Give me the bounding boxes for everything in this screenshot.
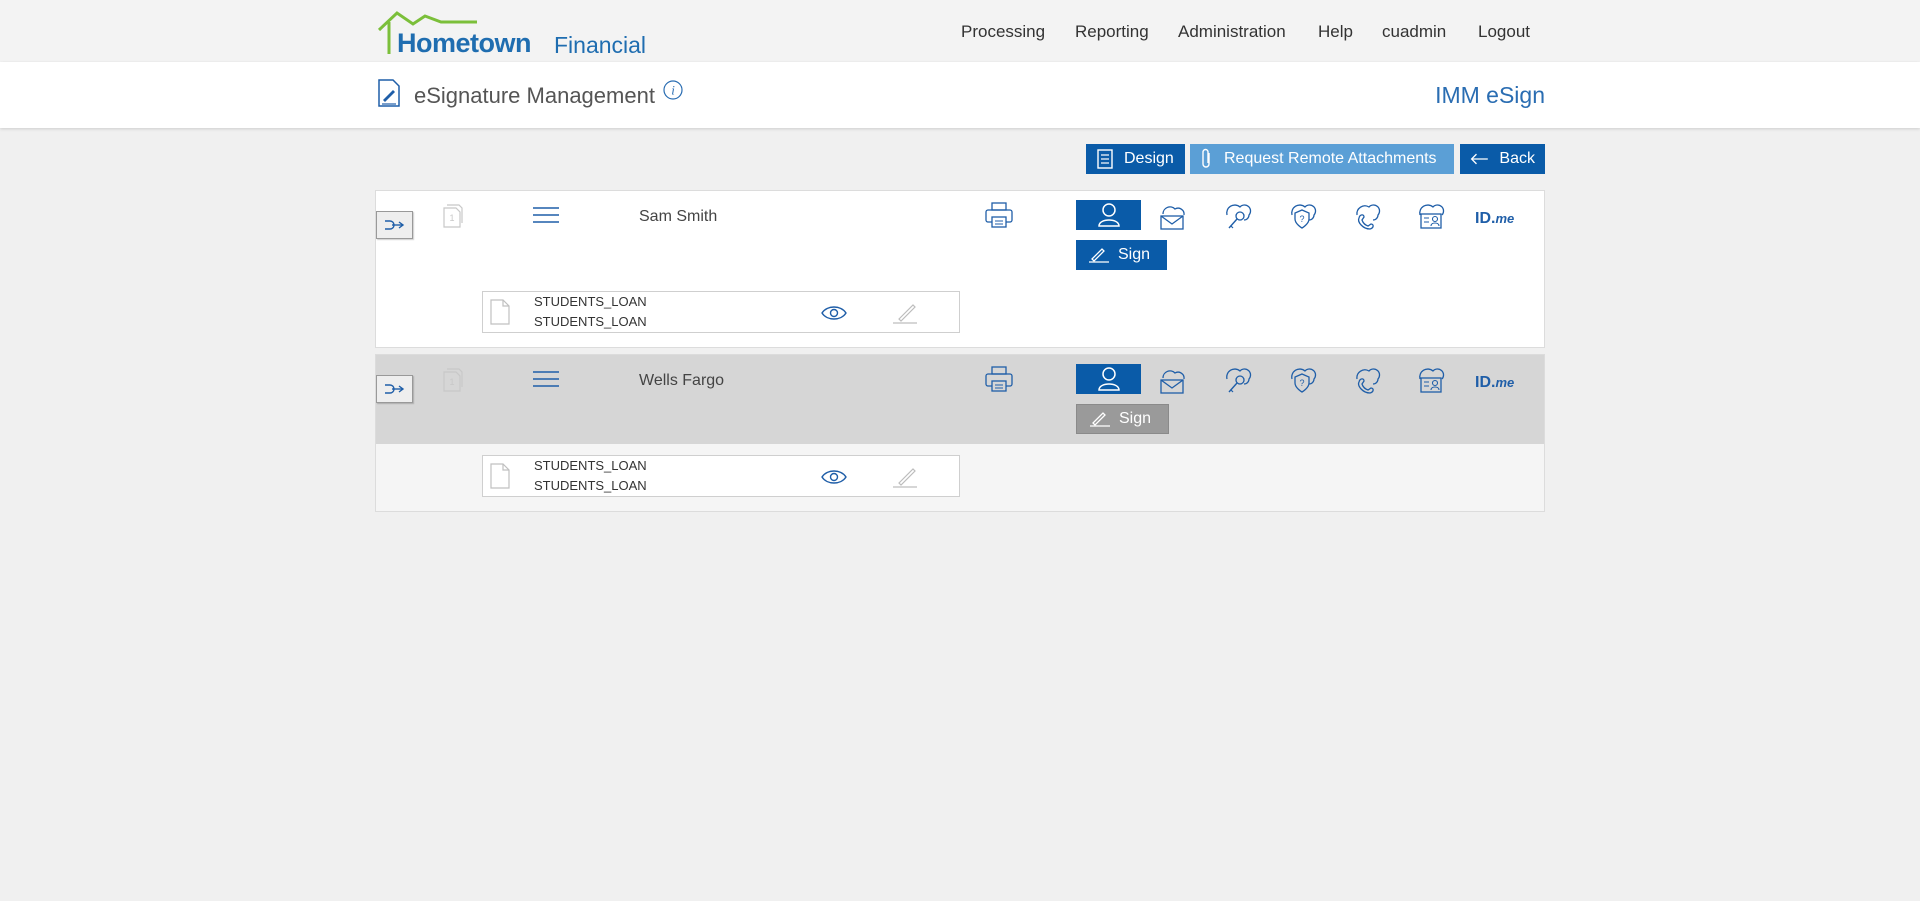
document-row: STUDENTS_LOAN STUDENTS_LOAN	[482, 291, 960, 333]
logo-main-text: Hometown	[397, 28, 532, 58]
nav-processing[interactable]: Processing	[961, 22, 1045, 42]
sign-button-label: Sign	[1119, 410, 1152, 427]
signer-panel: 1 Sam Smith ? ID.me Sign STUDENTS_LOAN S…	[375, 190, 1545, 348]
info-icon[interactable]: i	[663, 80, 683, 105]
password-auth-icon[interactable]	[1222, 201, 1252, 236]
nav-logout[interactable]: Logout	[1478, 22, 1530, 42]
in-person-auth-option[interactable]	[1076, 200, 1141, 230]
menu-icon[interactable]	[533, 205, 559, 230]
document-sign-pen-icon	[891, 465, 919, 494]
sign-button[interactable]: Sign	[1076, 240, 1167, 270]
route-signer-button[interactable]	[376, 211, 413, 239]
email-auth-icon[interactable]	[1157, 367, 1187, 400]
phone-auth-icon[interactable]	[1351, 365, 1381, 400]
idme-suffix: me	[1495, 211, 1515, 226]
nav-help[interactable]: Help	[1318, 22, 1353, 42]
document-name: STUDENTS_LOAN	[534, 458, 647, 473]
menu-icon[interactable]	[533, 369, 559, 394]
request-remote-attachments-button[interactable]: Request Remote Attachments	[1190, 144, 1454, 174]
document-type: STUDENTS_LOAN	[534, 314, 647, 329]
arrow-left-icon	[1470, 153, 1488, 165]
signer-name: Wells Fargo	[639, 372, 725, 389]
print-icon[interactable]	[984, 365, 1014, 398]
security-question-auth-icon[interactable]: ?	[1287, 365, 1317, 400]
svg-text:?: ?	[1299, 378, 1304, 388]
nav-reporting[interactable]: Reporting	[1075, 22, 1149, 42]
svg-text:1: 1	[449, 213, 454, 223]
signing-order-icon: 1	[442, 367, 464, 398]
email-auth-icon[interactable]	[1157, 203, 1187, 236]
page-header: eSignature Management i IMM eSign	[0, 62, 1920, 128]
id-check-auth-icon[interactable]	[1415, 365, 1445, 400]
document-type: STUDENTS_LOAN	[534, 478, 647, 493]
pen-icon	[1090, 412, 1110, 427]
idme-auth-option[interactable]: ID.me	[1475, 374, 1514, 392]
route-signer-button[interactable]	[376, 375, 413, 403]
app-name: IMM eSign	[1435, 82, 1545, 108]
signing-order-icon: 1	[442, 203, 464, 234]
logo-sub-text: Financial	[554, 32, 647, 58]
person-icon	[1097, 367, 1120, 391]
design-list-icon	[1097, 149, 1113, 169]
design-button[interactable]: Design	[1086, 144, 1185, 174]
hometown-financial-logo[interactable]: Hometown Financial	[377, 10, 647, 58]
document-file-icon	[489, 462, 511, 495]
print-icon[interactable]	[984, 201, 1014, 234]
id-check-auth-icon[interactable]	[1415, 201, 1445, 236]
idme-label: ID.	[1475, 374, 1496, 391]
idme-label: ID.	[1475, 210, 1496, 227]
nav-administration[interactable]: Administration	[1178, 22, 1286, 42]
in-person-auth-option[interactable]	[1076, 364, 1141, 394]
svg-text:i: i	[671, 83, 675, 98]
sign-button-label: Sign	[1118, 246, 1151, 263]
back-button[interactable]: Back	[1460, 144, 1545, 174]
design-button-label: Design	[1124, 150, 1174, 167]
idme-auth-option[interactable]: ID.me	[1475, 210, 1514, 228]
signer-panel: 1 Wells Fargo ? ID.me Sign STUDENTS_LOAN…	[375, 354, 1545, 512]
signer-name: Sam Smith	[639, 208, 718, 225]
document-sign-pen-icon	[891, 301, 919, 330]
document-name: STUDENTS_LOAN	[534, 294, 647, 309]
person-icon	[1097, 203, 1120, 227]
request-remote-attachments-label: Request Remote Attachments	[1224, 150, 1437, 167]
document-file-icon	[489, 298, 511, 331]
paperclip-icon	[1202, 148, 1210, 168]
svg-text:1: 1	[449, 377, 454, 387]
esignature-document-icon	[377, 78, 401, 113]
security-question-auth-icon[interactable]: ?	[1287, 201, 1317, 236]
svg-text:?: ?	[1299, 214, 1304, 224]
sign-button-disabled[interactable]: Sign	[1076, 404, 1169, 434]
phone-auth-icon[interactable]	[1351, 201, 1381, 236]
top-navigation-bar: Hometown Financial Processing Reporting …	[0, 0, 1920, 62]
page-title: eSignature Management	[414, 83, 655, 108]
view-eye-icon[interactable]	[820, 304, 848, 327]
idme-suffix: me	[1495, 375, 1515, 390]
pen-icon	[1089, 248, 1109, 263]
nav-user-menu[interactable]: cuadmin	[1382, 22, 1446, 42]
view-eye-icon[interactable]	[820, 468, 848, 491]
password-auth-icon[interactable]	[1222, 365, 1252, 400]
back-button-label: Back	[1499, 150, 1535, 167]
route-arrow-icon	[384, 220, 404, 230]
document-row: STUDENTS_LOAN STUDENTS_LOAN	[482, 455, 960, 497]
route-arrow-icon	[384, 384, 404, 394]
